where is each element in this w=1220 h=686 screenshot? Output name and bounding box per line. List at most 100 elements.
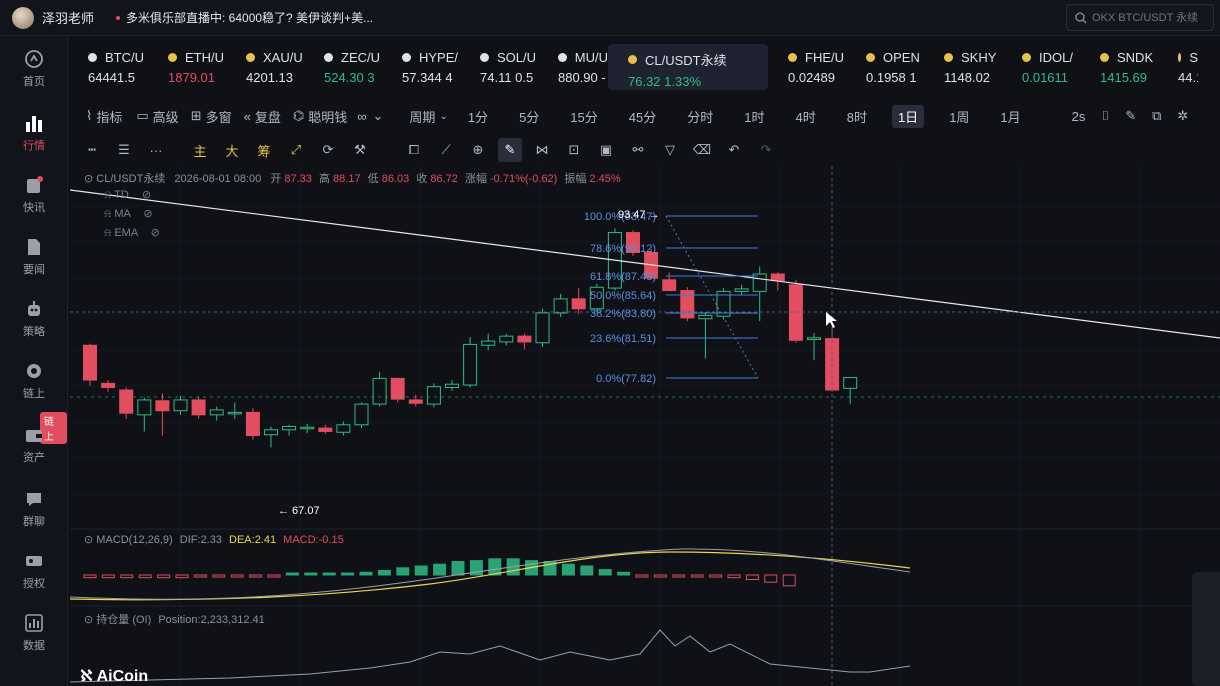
period-dropdown[interactable]: 周期 xyxy=(409,107,435,126)
main-chart-button[interactable]: 主 xyxy=(188,138,212,162)
pencil-icon[interactable]: ✎ xyxy=(1125,108,1136,124)
magnet-icon[interactable]: ⋈ xyxy=(530,138,554,162)
username[interactable]: 泽羽老师 xyxy=(42,8,94,27)
menu-icon[interactable]: ☰ xyxy=(112,138,136,162)
large-order-button[interactable]: 大 xyxy=(220,138,244,162)
interval-tab[interactable]: 1周 xyxy=(943,105,975,128)
price-chart[interactable]: 100.0%(93.47) 78.6%(90.12) 61.8%(87.49) 50.… xyxy=(70,166,1220,686)
indicator-button[interactable]: 指标 xyxy=(96,107,122,126)
refresh-interval[interactable]: 2s xyxy=(1072,109,1086,124)
ruler-icon[interactable]: ┅ xyxy=(80,138,104,162)
advanced-icon: ▭ xyxy=(136,108,149,123)
coin-icon xyxy=(324,53,333,62)
indicator-ema[interactable]: ⍾ EMA ⊘ xyxy=(104,226,160,240)
interval-tab[interactable]: 8时 xyxy=(841,105,873,128)
ticker-item[interactable]: XAU/U 4201.13 xyxy=(226,44,304,90)
chevron-icon[interactable]: ⊙ xyxy=(84,534,96,546)
template-icon[interactable]: ▣ xyxy=(594,138,618,162)
candlestick-canvas[interactable]: 100.0%(93.47)78.6%(90.12)61.8%(87.49)50.… xyxy=(70,166,1220,686)
trash-icon[interactable]: ⌫ xyxy=(690,138,714,162)
sidebar-item-flash[interactable]: 快讯 xyxy=(0,166,68,222)
side-panel-handle[interactable] xyxy=(1192,572,1220,686)
link-icon[interactable]: ⚯ xyxy=(626,138,650,162)
interval-tab[interactable]: 分时 xyxy=(681,105,719,128)
coin-icon xyxy=(1178,53,1182,62)
sidebar-item-authorize[interactable]: 授权 xyxy=(0,542,68,598)
avatar[interactable] xyxy=(12,6,34,29)
smart-money-button[interactable]: 聪明钱 xyxy=(308,107,347,126)
live-banner-text[interactable]: 多米俱乐部直播中: 64000稳了? 美伊谈判+美... xyxy=(126,9,373,26)
eye-off-icon[interactable]: ⊘ xyxy=(142,189,151,201)
legend-amp-label: 振幅 xyxy=(564,173,587,185)
replay-button[interactable]: 复盘 xyxy=(255,107,281,126)
chips-button[interactable]: 筹 xyxy=(252,138,276,162)
chevron-icon[interactable]: ⊙ xyxy=(84,614,96,626)
brush-icon[interactable]: ✎ xyxy=(498,138,522,162)
interval-tab[interactable]: 1时 xyxy=(738,105,770,128)
interval-tab[interactable]: 5分 xyxy=(513,105,545,128)
sidebar-item-strategy[interactable]: 策略 xyxy=(0,290,68,346)
sidebar-item-home[interactable]: 首页 xyxy=(0,40,68,96)
ticker-item[interactable]: IDOL/0.01611 xyxy=(1002,44,1080,90)
sidebar-item-assets[interactable]: 资产 xyxy=(0,416,68,472)
signal-icon[interactable]: ⤢ xyxy=(284,138,308,162)
sidebar-item-label: 数据 xyxy=(23,639,45,652)
ticker-item[interactable]: ZEC/U 524.30 3 xyxy=(304,44,382,90)
search-input[interactable] xyxy=(1092,11,1210,24)
ticker-item[interactable]: CL/USDT永续 76.32 1.33% xyxy=(608,44,768,90)
interval-tab[interactable]: 45分 xyxy=(623,105,662,128)
interval-tab[interactable]: 1月 xyxy=(994,105,1026,128)
interval-tab[interactable]: 1日 xyxy=(891,104,925,128)
ticker-item[interactable]: HYPE/57.344 4 xyxy=(382,44,460,90)
ticker-item[interactable]: BTC/U 64441.5 xyxy=(68,44,148,90)
more-icon[interactable]: ··· xyxy=(144,138,168,162)
candle-body xyxy=(318,427,333,432)
eye-off-icon[interactable]: ⊘ xyxy=(151,227,160,239)
ticker-item[interactable]: OPEN 0.1958 1 xyxy=(846,44,924,90)
interval-tab[interactable]: 15分 xyxy=(564,105,603,128)
indicator-td[interactable]: ⍾ TD ⊘ xyxy=(104,188,151,202)
zoom-icon[interactable]: ⊕ xyxy=(466,138,490,162)
redo-icon[interactable]: ↷ xyxy=(754,138,778,162)
tools-icon[interactable]: ⚒ xyxy=(348,138,372,162)
ticker-item[interactable]: SNDK 1415.69 xyxy=(1080,44,1158,90)
ticker-item[interactable]: FHE/U 0.02489 xyxy=(768,44,846,90)
candle-body xyxy=(553,298,568,314)
multi-window-icon: ⊞ xyxy=(190,108,202,123)
camera-icon[interactable]: ⌷ xyxy=(1101,108,1109,124)
sync-icon[interactable]: ⟳ xyxy=(316,138,340,162)
interval-tab[interactable]: 1分 xyxy=(462,105,494,128)
ticker-item[interactable]: MU/U 880.90 - xyxy=(538,44,608,90)
ticker-item[interactable]: SOL/U 74.11 0.5 xyxy=(460,44,538,90)
document-icon xyxy=(23,236,45,258)
legend-high: 88.17 xyxy=(333,173,361,185)
chevron-icon[interactable]: ⊙ xyxy=(84,173,93,185)
undo-icon[interactable]: ↶ xyxy=(722,138,746,162)
sidebar-item-market[interactable]: 行情 xyxy=(0,104,68,160)
search-box[interactable] xyxy=(1066,4,1214,31)
ticker-item[interactable]: ETH/U 1879.01 xyxy=(148,44,226,90)
chevron-down-icon[interactable]: ⌄ xyxy=(373,108,384,124)
interval-tab[interactable]: 4时 xyxy=(789,105,821,128)
ticker-item[interactable]: S 44.14 xyxy=(1158,44,1198,90)
glasses-icon[interactable]: ∞ xyxy=(357,109,366,124)
eye-off-icon[interactable]: ⊘ xyxy=(143,208,152,220)
news-icon xyxy=(23,174,45,196)
fib-level-label: 61.8%(87.49) xyxy=(590,271,656,283)
legend-datetime: 2026-08-01 08:00 xyxy=(174,173,262,185)
ruler-tool-icon[interactable]: ⟋ xyxy=(434,138,458,162)
lock-icon[interactable]: ⊡ xyxy=(562,138,586,162)
copy-icon[interactable]: ⧠ xyxy=(402,138,426,162)
filter-icon[interactable]: ▽ xyxy=(658,138,682,162)
sidebar-item-headlines[interactable]: 要闻 xyxy=(0,228,68,284)
indicator-ma[interactable]: ⍾ MA ⊘ xyxy=(104,207,153,221)
sidebar-item-onchain[interactable]: 链上 xyxy=(0,352,68,408)
sidebar-item-group-chat[interactable]: 群聊 xyxy=(0,480,68,536)
ticker-item[interactable]: SKHY 1148.02 xyxy=(924,44,1002,90)
sidebar-item-data[interactable]: 数据 xyxy=(0,604,68,660)
advanced-button[interactable]: 高级 xyxy=(153,107,179,126)
popout-icon[interactable]: ⧉ xyxy=(1152,108,1161,124)
macd-bar xyxy=(377,570,391,576)
gear-icon[interactable]: ✲ xyxy=(1177,108,1188,124)
multi-window-button[interactable]: 多窗 xyxy=(206,107,232,126)
